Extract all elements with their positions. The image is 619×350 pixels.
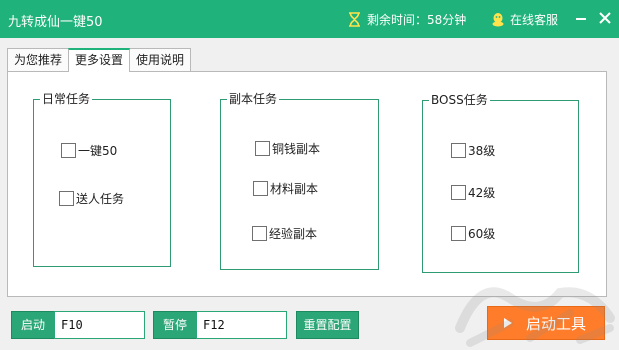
checkbox[interactable] [451,185,466,200]
checkbox-gift-task[interactable]: 送人任务 [59,190,124,207]
play-arrow-icon [504,318,512,328]
online-service-link[interactable]: 在线客服 [491,11,558,28]
dungeon-task-group: 副本任务 铜钱副本 材料副本 经验副本 [220,92,379,270]
group-title: BOSS任务 [429,93,490,108]
pause-hotkey-input[interactable]: F12 [196,311,287,339]
checkbox-label: 一键50 [78,144,118,158]
pause-hotkey-label[interactable]: 暂停 [153,311,197,339]
reset-config-button[interactable]: 重置配置 [296,311,359,339]
launch-tool-label: 启动工具 [526,314,587,333]
checkbox-material-dungeon[interactable]: 材料副本 [253,180,318,197]
settings-panel: 日常任务 一键50 送人任务 副本任务 铜钱副本 材料副本 经验副本 BOSS任… [7,71,607,297]
checkbox-label: 42级 [468,186,496,200]
minimize-icon[interactable] [573,10,589,26]
checkbox-label: 60级 [468,227,496,241]
checkbox-level-38[interactable]: 38级 [451,142,495,159]
checkbox[interactable] [253,181,268,196]
tab-bar: 为您推荐 更多设置 使用说明 [7,48,192,72]
boss-task-group: BOSS任务 38级 42级 60级 [422,93,579,273]
tab-more-settings[interactable]: 更多设置 [68,48,131,72]
launch-tool-button[interactable]: 启动工具 [487,306,605,340]
window-title: 九转成仙一键50 [8,15,103,30]
checkbox[interactable] [451,226,466,241]
checkbox-level-42[interactable]: 42级 [451,184,495,201]
tab-recommend[interactable]: 为您推荐 [7,48,70,72]
start-hotkey-input[interactable]: F10 [54,311,145,339]
remaining-time: 剩余时间：58分钟 [348,11,466,28]
checkbox-label: 经验副本 [269,227,318,241]
checkbox-copper-dungeon[interactable]: 铜钱副本 [255,140,320,157]
group-title: 副本任务 [227,92,280,107]
timer-label: 剩余时间：58分钟 [367,13,467,27]
group-title: 日常任务 [40,92,93,107]
close-icon[interactable] [597,10,613,26]
checkbox[interactable] [252,226,267,241]
title-bar: 九转成仙一键50 剩余时间：58分钟 在线客服 [0,0,619,38]
service-label: 在线客服 [510,13,559,27]
checkbox[interactable] [59,191,74,206]
checkbox-label: 铜钱副本 [272,142,321,156]
checkbox-one-click-50[interactable]: 一键50 [61,142,117,159]
checkbox-exp-dungeon[interactable]: 经验副本 [252,225,317,242]
qq-penguin-icon [492,13,504,27]
checkbox-label: 送人任务 [76,192,125,206]
start-hotkey-label[interactable]: 启动 [11,311,55,339]
checkbox[interactable] [255,141,270,156]
checkbox-label: 38级 [468,144,496,158]
daily-task-group: 日常任务 一键50 送人任务 [33,92,171,267]
checkbox[interactable] [451,143,466,158]
tab-instructions[interactable]: 使用说明 [129,48,192,72]
checkbox-label: 材料副本 [270,182,319,196]
checkbox[interactable] [61,143,76,158]
checkbox-level-60[interactable]: 60级 [451,225,495,242]
hourglass-icon [349,12,360,27]
